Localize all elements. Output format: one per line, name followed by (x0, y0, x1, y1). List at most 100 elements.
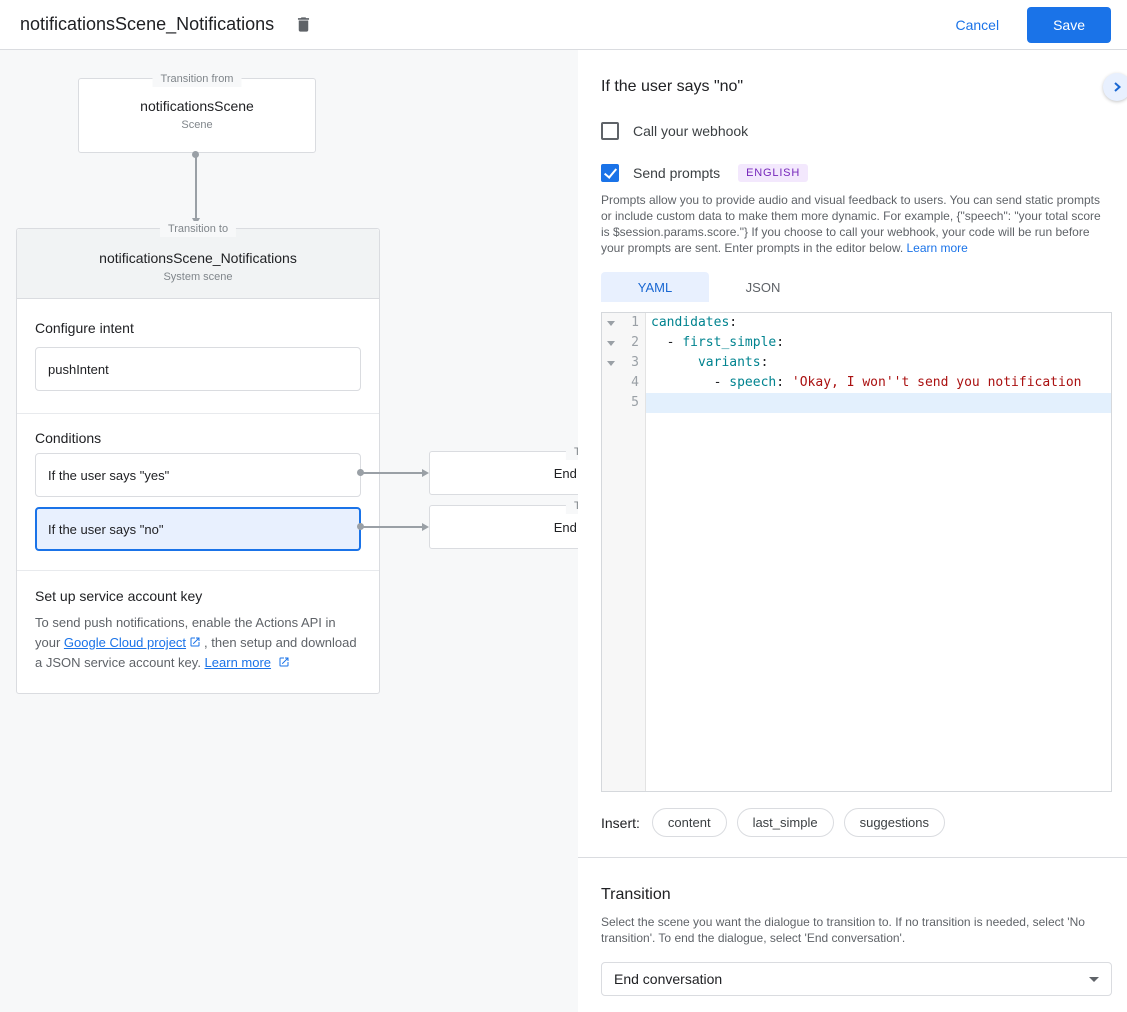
language-badge: ENGLISH (738, 164, 808, 182)
actions-console-scene-editor: notificationsScene_Notifications Cancel … (0, 0, 1127, 1012)
code-token (651, 355, 698, 370)
insert-row: Insert: content last_simple suggestions (601, 808, 1112, 837)
send-prompts-row: Send prompts ENGLISH (601, 164, 1112, 182)
node-subtitle: System scene (17, 271, 379, 283)
node-notificationsscene[interactable]: Transition from notificationsScene Scene (78, 78, 316, 153)
code-token: variants (698, 355, 761, 370)
delete-scene-button[interactable] (290, 11, 317, 38)
transition-heading: Transition (601, 884, 1112, 906)
service-account-heading: Set up service account key (35, 587, 361, 605)
section-divider (578, 857, 1127, 858)
code-token: - (651, 375, 729, 390)
prompts-description: Prompts allow you to provide audio and v… (601, 192, 1112, 256)
triangle-down-icon (607, 361, 615, 366)
insert-label: Insert: (601, 815, 640, 831)
insert-chip-suggestions[interactable]: suggestions (844, 808, 945, 837)
end-conversation-node-1[interactable]: Transition to End conversation (429, 451, 578, 495)
open-in-new-icon (189, 636, 201, 648)
code-token: 'Okay, I won''t send you notification (792, 375, 1082, 390)
learn-more-link[interactable]: Learn more (906, 241, 967, 255)
service-account-text: To send push notifications, enable the A… (35, 613, 361, 673)
end-conversation-node-2[interactable]: Transition to End conversation (429, 505, 578, 549)
line-number: 2 (620, 333, 646, 353)
scene-title: notificationsScene_Notifications (20, 14, 274, 35)
code-line-4: 4 - speech: 'Okay, I won''t send you not… (602, 373, 1111, 393)
google-cloud-project-link[interactable]: Google Cloud project (64, 635, 186, 650)
insert-chip-last-simple[interactable]: last_simple (737, 808, 834, 837)
collapse-panel-button[interactable] (1103, 73, 1127, 101)
condition-label: If the user says "no" (48, 522, 163, 537)
code-text (646, 393, 1111, 413)
node-subtitle: Scene (79, 119, 315, 131)
tab-json[interactable]: JSON (709, 272, 817, 302)
conditions-section: Conditions If the user says "yes" If the… (17, 413, 379, 570)
triangle-down-icon (607, 341, 615, 346)
code-token: : (729, 315, 737, 330)
open-in-new-icon (278, 656, 290, 668)
selected-transition-value: End conversation (614, 971, 722, 987)
code-line-3: 3 variants: (602, 353, 1111, 373)
fold-spacer (602, 373, 620, 393)
condition-panel-title: If the user says "no" (601, 76, 1112, 98)
node-title: notificationsScene_Notifications (17, 249, 379, 267)
code-token: - (651, 335, 682, 350)
end-node-label: End conversation (554, 466, 578, 481)
code-token: speech (729, 375, 776, 390)
scene-flow-canvas: Transition from notificationsScene Scene… (0, 50, 578, 1012)
triangle-down-icon (607, 321, 615, 326)
transition-from-label: Transition from (153, 71, 242, 87)
insert-chip-content[interactable]: content (652, 808, 727, 837)
transition-to-label: Transition to (566, 498, 578, 514)
send-prompts-label: Send prompts (633, 165, 720, 181)
webhook-row: Call your webhook (601, 122, 1112, 140)
transition-select[interactable]: End conversation (601, 962, 1112, 996)
yaml-code-editor[interactable]: 1 candidates: 2 - first_simple: 3 varian… (601, 312, 1112, 792)
condition-if-user-says-yes[interactable]: If the user says "yes" (35, 453, 361, 497)
end-node-label: End conversation (554, 520, 578, 535)
code-token: : (776, 375, 792, 390)
code-line-2: 2 - first_simple: (602, 333, 1111, 353)
code-text: - speech: 'Okay, I won''t send you notif… (646, 373, 1111, 393)
code-text: candidates: (646, 313, 1111, 333)
conditions-heading: Conditions (35, 429, 361, 447)
header-actions: Cancel Save (955, 7, 1111, 43)
fold-toggle-icon[interactable] (602, 333, 620, 353)
transition-connector-arrow (195, 155, 197, 219)
intent-name: pushIntent (48, 362, 109, 377)
line-number: 3 (620, 353, 646, 373)
learn-more-link[interactable]: Learn more (205, 655, 271, 670)
send-prompts-checkbox[interactable] (601, 164, 619, 182)
cancel-button[interactable]: Cancel (955, 17, 999, 33)
condition-label: If the user says "yes" (48, 468, 169, 483)
caret-down-icon (1089, 977, 1099, 982)
line-number: 1 (620, 313, 646, 333)
call-webhook-checkbox[interactable] (601, 122, 619, 140)
code-text: variants: (646, 353, 1111, 373)
configure-intent-heading: Configure intent (35, 319, 361, 337)
code-token: : (776, 335, 784, 350)
tab-yaml[interactable]: YAML (601, 272, 709, 302)
transition-to-label: Transition to (566, 444, 578, 460)
code-token: : (761, 355, 769, 370)
line-number: 4 (620, 373, 646, 393)
node-title: notificationsScene (79, 97, 315, 115)
intent-pushintent[interactable]: pushIntent (35, 347, 361, 391)
save-button[interactable]: Save (1027, 7, 1111, 43)
detail-title-row: If the user says "no" (601, 76, 1112, 98)
header-bar: notificationsScene_Notifications Cancel … (0, 0, 1127, 50)
trash-icon (294, 15, 313, 34)
condition-detail-panel: If the user says "no" Call your webhook … (578, 50, 1127, 1012)
code-line-5-active: 5 (602, 393, 1111, 413)
node-notificationsscene-notifications[interactable]: Transition to notificationsScene_Notific… (16, 228, 380, 694)
code-text: - first_simple: (646, 333, 1111, 353)
title-group: notificationsScene_Notifications (20, 11, 317, 38)
condition-no-arrow (362, 526, 422, 528)
editor-tabs: YAML JSON (601, 272, 1112, 302)
service-account-section: Set up service account key To send push … (17, 570, 379, 693)
condition-if-user-says-no[interactable]: If the user says "no" (35, 507, 361, 551)
transition-description: Select the scene you want the dialogue t… (601, 914, 1112, 946)
fold-toggle-icon[interactable] (602, 353, 620, 373)
code-token: candidates (651, 315, 729, 330)
chevron-right-icon (1111, 81, 1123, 93)
fold-toggle-icon[interactable] (602, 313, 620, 333)
